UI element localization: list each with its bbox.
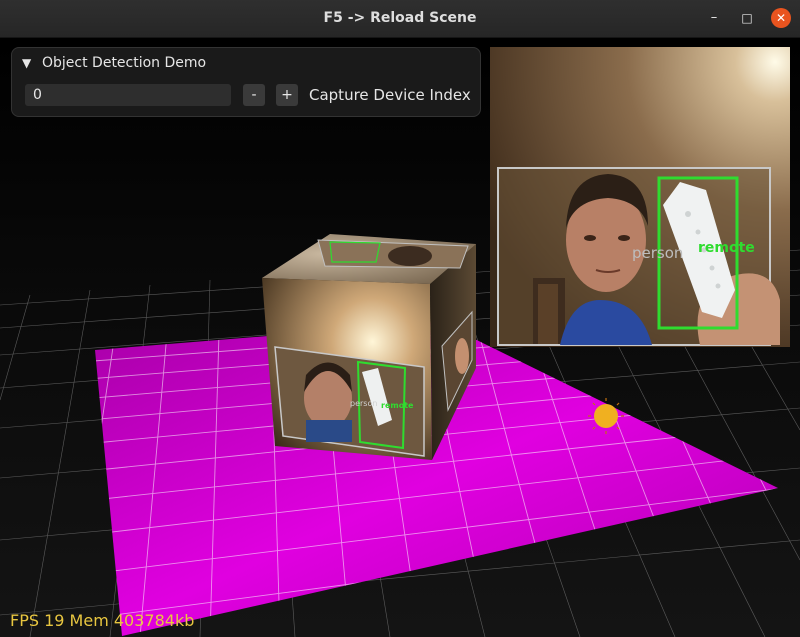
object-detection-panel: ▼Object Detection Demo - + Capture Devic… <box>11 47 481 117</box>
title-bar[interactable]: F5 -> Reload Scene – □ ✕ <box>0 0 800 38</box>
scene-viewport[interactable]: person remote person remote <box>0 38 800 637</box>
minimize-button[interactable]: – <box>704 8 724 28</box>
capture-device-index-label: Capture Device Index <box>309 86 471 104</box>
window-title: F5 -> Reload Scene <box>323 10 477 26</box>
panel-title: Object Detection Demo <box>42 55 207 71</box>
camera-preview <box>490 47 790 347</box>
detection-label-person: person <box>632 244 683 262</box>
scene-canvas: person remote person remote <box>0 38 800 637</box>
textured-cube: person remote <box>262 234 476 460</box>
collapse-arrow-icon[interactable]: ▼ <box>22 52 42 74</box>
fps-memory-status: FPS 19 Mem 403784kb <box>10 611 195 630</box>
close-button[interactable]: ✕ <box>771 8 791 28</box>
svg-text:remote: remote <box>381 401 414 410</box>
panel-header[interactable]: ▼ Object Detection Demo <box>22 52 206 74</box>
decrement-button[interactable]: - <box>243 84 265 106</box>
capture-device-index-input[interactable] <box>25 84 231 106</box>
detection-label-remote: remote <box>698 240 755 256</box>
maximize-button[interactable]: □ <box>737 8 757 28</box>
svg-text:person: person <box>350 399 377 408</box>
increment-button[interactable]: + <box>276 84 298 106</box>
